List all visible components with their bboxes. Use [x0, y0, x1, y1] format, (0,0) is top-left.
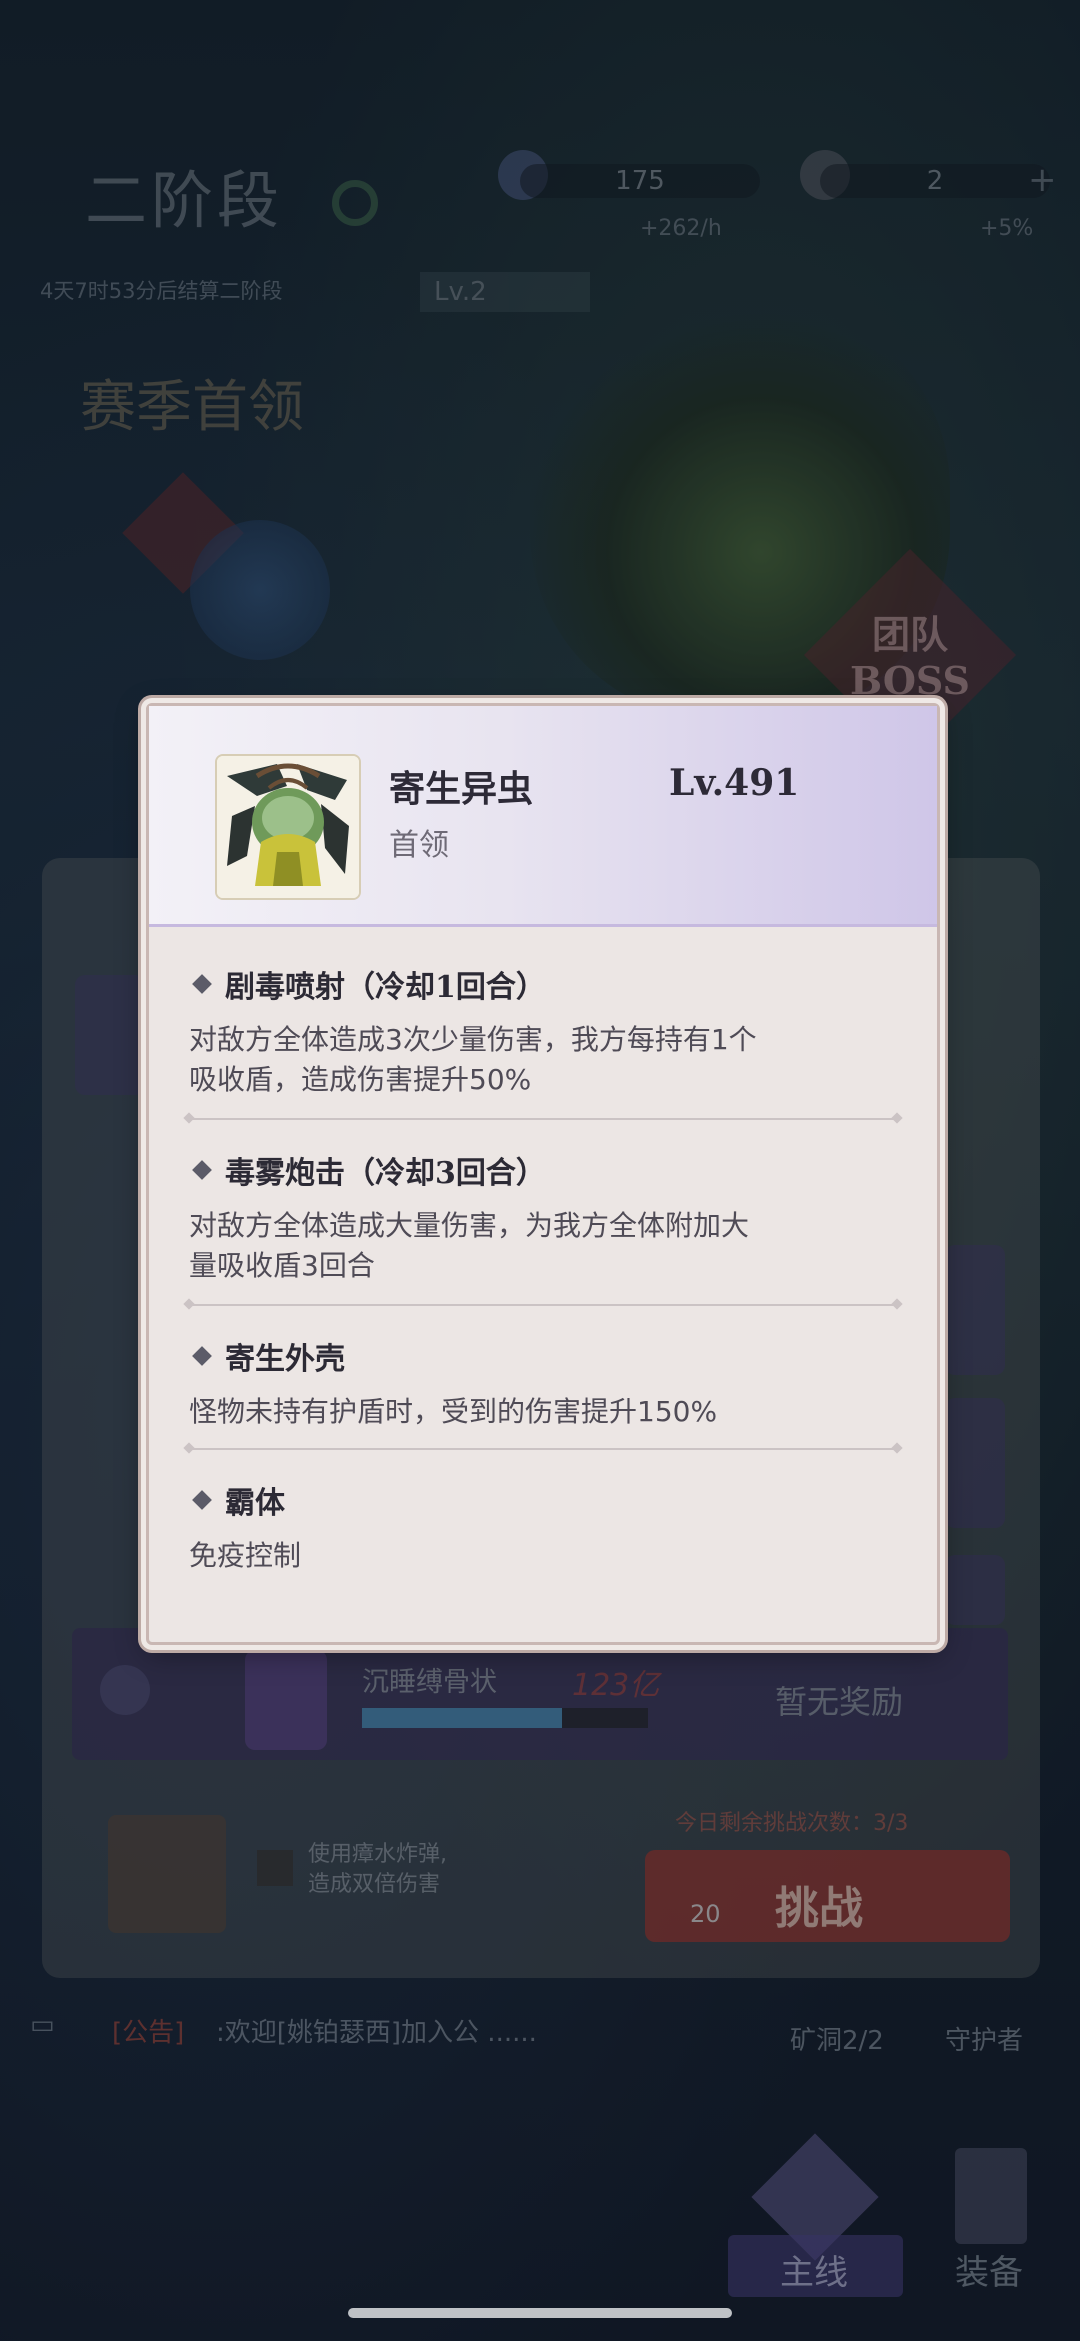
header-divider — [149, 924, 937, 927]
skill-name: 寄生外壳 — [225, 1342, 345, 1377]
skill-desc-line: 吸收盾，造成伤害提升50% — [189, 1063, 532, 1096]
diamond-bullet-icon — [192, 1490, 212, 1510]
boss-name: 寄生异虫 — [389, 768, 534, 810]
skill-divider — [189, 1118, 897, 1120]
skill-desc-line: 免疫控制 — [189, 1539, 302, 1572]
boss-skill-modal: 寄生异虫 Lv.491 首领 剧毒喷射（冷却1回合） 对敌方全体造成3次少量伤害… — [146, 703, 940, 1645]
diamond-bullet-icon — [192, 1160, 212, 1180]
skill-desc-line: 对敌方全体造成3次少量伤害，我方每持有1个 — [189, 1023, 757, 1056]
skill-item: 寄生外壳 怪物未持有护盾时，受到的伤害提升150% — [189, 1334, 897, 1432]
boss-level: Lv.491 — [669, 762, 800, 804]
skill-desc-line: 对敌方全体造成大量伤害，为我方全体附加大 — [189, 1209, 750, 1242]
boss-portrait — [215, 754, 361, 900]
skill-description: 对敌方全体造成大量伤害，为我方全体附加大 量吸收盾3回合 — [189, 1206, 897, 1286]
skill-description: 对敌方全体造成3次少量伤害，我方每持有1个 吸收盾，造成伤害提升50% — [189, 1020, 897, 1100]
skill-item: 霸体 免疫控制 — [189, 1478, 897, 1576]
skill-desc-line: 量吸收盾3回合 — [189, 1249, 375, 1282]
skill-name: 剧毒喷射（冷却1回合） — [225, 970, 546, 1005]
boss-portrait-icon — [217, 756, 359, 898]
skill-description: 怪物未持有护盾时，受到的伤害提升150% — [189, 1392, 897, 1432]
skill-divider — [189, 1304, 897, 1306]
skill-item: 毒雾炮击（冷却3回合） 对敌方全体造成大量伤害，为我方全体附加大 量吸收盾3回合 — [189, 1148, 897, 1286]
skill-divider — [189, 1448, 897, 1450]
skill-name: 毒雾炮击（冷却3回合） — [225, 1156, 546, 1191]
skill-item: 剧毒喷射（冷却1回合） 对敌方全体造成3次少量伤害，我方每持有1个 吸收盾，造成… — [189, 962, 897, 1100]
diamond-bullet-icon — [192, 1346, 212, 1366]
skill-description: 免疫控制 — [189, 1536, 897, 1576]
diamond-bullet-icon — [192, 974, 212, 994]
skill-desc-line: 怪物未持有护盾时，受到的伤害提升150% — [189, 1395, 718, 1428]
skill-name: 霸体 — [225, 1486, 285, 1521]
boss-rank: 首领 — [389, 828, 449, 863]
home-indicator[interactable] — [348, 2308, 732, 2318]
